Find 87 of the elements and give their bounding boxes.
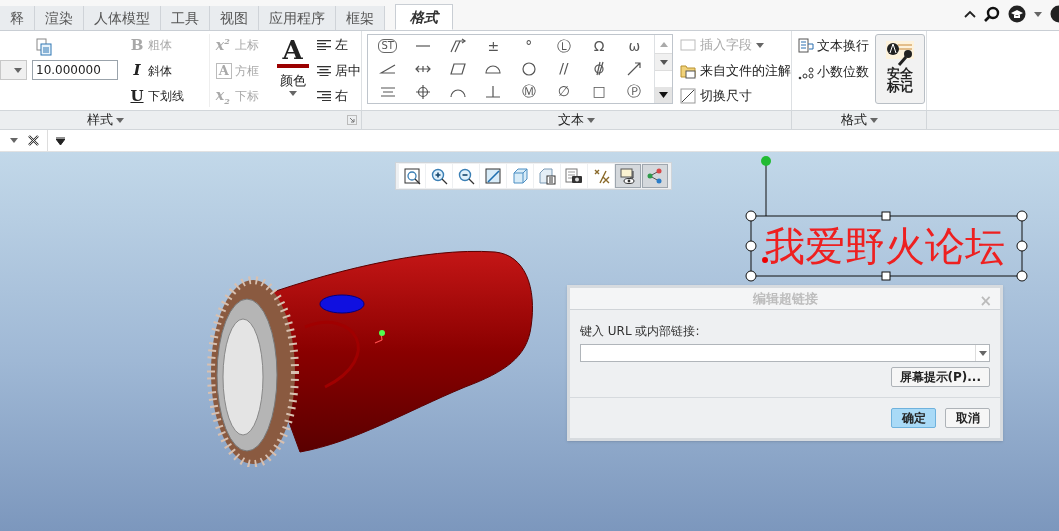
field-label: 键入 URL 或内部链接: [580,323,701,340]
caret-icon [869,117,878,123]
symbol-button[interactable]: Ⓜ [521,81,536,103]
ribbon-tab[interactable]: 应用程序 [259,6,336,30]
symbol-button[interactable]: ∅ [557,81,570,103]
paste-icon[interactable] [36,38,52,56]
format-command-button[interactable]: 小数位数 [798,62,869,82]
symbol-button[interactable]: // [559,58,569,80]
down-arrow-icon [659,59,668,65]
url-combo-field[interactable] [580,344,990,362]
symbol-button[interactable]: ° [525,35,533,57]
caret-icon [1034,11,1042,17]
symbol-button[interactable]: Ω [593,35,605,57]
reorient-icon [484,167,502,185]
caret-icon [587,117,595,123]
target-symbol-icon[interactable] [413,82,432,101]
expand-palette-button[interactable] [655,87,672,103]
folder-document-icon [680,62,696,79]
screen-tip-button[interactable]: 屏幕提示(P)... [890,367,990,387]
font-style-button[interactable]: U 下划线 [130,85,199,107]
caret-icon [288,90,297,96]
close-icon[interactable] [28,135,39,146]
zoom-out-icon [457,167,475,185]
ribbon-tab[interactable]: 释 [0,6,35,30]
symbol-button[interactable]: □ [592,81,606,103]
field-frame-icon [680,38,696,52]
ribbon-tab[interactable]: 工具 [161,6,210,30]
camera-icon [565,167,583,185]
slasharrow-symbol-icon[interactable] [625,60,644,78]
format-command-button[interactable]: 文本换行 [798,36,869,56]
down-arrow-icon [659,92,668,98]
up-arrow-icon [659,41,668,47]
node-graph-icon [646,167,664,185]
text-command-button[interactable]: 来自文件的注解 [680,59,791,82]
cube-icon [511,167,529,185]
ribbon-tab[interactable]: 格式 [395,4,453,30]
cube-list-icon [538,167,556,185]
dialog-launcher-icon[interactable] [347,115,357,125]
parallelogram-symbol-icon[interactable] [449,60,468,78]
symbol-button[interactable]: ω [628,35,641,57]
ribbon-tab[interactable]: 人体模型 [84,6,161,30]
scroll-down-button[interactable] [655,53,672,71]
group-label[interactable]: 样式 [87,110,124,130]
group-label[interactable]: 文本 [558,110,595,130]
text-color-button[interactable]: A 颜色 [274,34,311,107]
group-label[interactable]: 格式 [840,110,878,130]
graduation-cap-icon[interactable] [1008,5,1026,23]
dialog-button[interactable]: 确定 [891,408,936,428]
ribbon-tab[interactable]: 渲染 [35,6,84,30]
zoom-fit-icon [403,167,421,185]
circle-symbol-icon[interactable] [519,60,538,78]
decimal-places-icon [798,64,814,80]
search-icon[interactable] [984,6,1000,22]
text-command-button[interactable]: 切换尺寸 [680,85,791,107]
font-dropdown[interactable] [0,60,27,80]
security-mark-button[interactable]: 安全标记 [875,34,925,104]
zoom-in-icon [430,167,448,185]
align-lines-icon [317,40,331,50]
caret-icon [116,117,124,123]
font-style-button[interactable]: I 斜体 [130,59,199,82]
symbol-button[interactable]: ± [487,35,500,57]
caret-icon [14,67,22,73]
dimension-toggle-icon [680,88,696,104]
dialog-title: 编辑超链接 [752,289,818,308]
filter-icon[interactable] [56,136,65,145]
symbol-button[interactable]: ST [378,39,397,54]
symbol-button[interactable]: Ⓟ [627,81,642,103]
align-lines-icon [317,91,331,101]
annotation-display-icon [619,167,637,185]
ribbon-tab[interactable]: 框架 [336,6,385,30]
text-wrap-icon [798,38,814,54]
selection-frame[interactable] [745,210,1028,282]
leader-line [759,154,773,216]
caret-icon [756,42,764,48]
collapse-ribbon-icon[interactable] [964,10,976,18]
dialog-button[interactable]: 取消 [945,408,990,428]
caret-icon [978,350,987,356]
align-button[interactable]: 右 [317,85,361,107]
align-button[interactable]: 左 [317,34,361,56]
caret-icon [10,138,18,143]
symbol-button[interactable]: Ⓛ [556,35,571,57]
key-icon [884,39,916,67]
align-button[interactable]: 居中 [317,59,361,82]
datum-axes-icon [592,167,610,185]
ribbon-tab[interactable]: 视图 [210,6,259,30]
text-height-field[interactable]: 10.000000 [32,60,118,80]
align-lines-icon [317,65,331,76]
